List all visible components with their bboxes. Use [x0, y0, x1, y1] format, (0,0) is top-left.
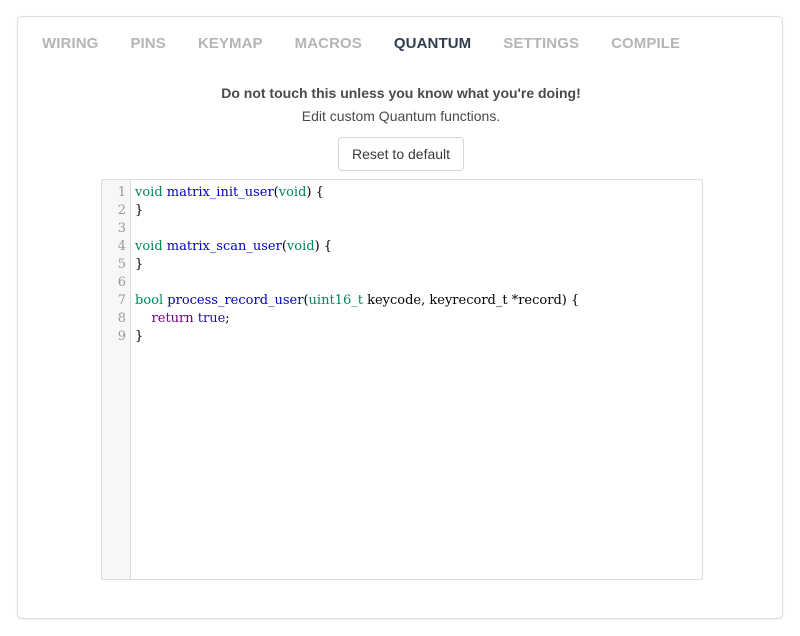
tab-pins[interactable]: PINS — [130, 34, 165, 56]
line-number-gutter: 1 2 3 4 5 6 7 8 9 — [102, 180, 131, 579]
line-number: 8 — [117, 311, 126, 326]
tab-bar: WIRING PINS KEYMAP MACROS QUANTUM SETTIN… — [42, 34, 712, 56]
section-subtitle: Edit custom Quantum functions. — [301, 108, 501, 124]
code-token: } — [135, 329, 144, 344]
line-number: 2 — [117, 203, 126, 218]
line-number: 9 — [117, 329, 126, 344]
code-line[interactable]: } — [135, 328, 143, 346]
code-token: ; — [225, 311, 230, 326]
quantum-panel: WIRING PINS KEYMAP MACROS QUANTUM SETTIN… — [17, 16, 783, 619]
code-token: true — [197, 311, 226, 326]
code-line[interactable]: void matrix_scan_user(void) { — [135, 238, 332, 256]
code-line[interactable]: } — [135, 202, 143, 220]
line-number: 7 — [117, 293, 126, 308]
code-token: uint16_t — [308, 293, 363, 308]
tab-keymap[interactable]: KEYMAP — [198, 34, 263, 56]
code-line[interactable]: void matrix_init_user(void) { — [135, 184, 324, 202]
code-token: process_record_user — [167, 293, 304, 308]
code-editor[interactable]: 1 2 3 4 5 6 7 8 9 void matrix_init_user(void) {}… — [101, 179, 703, 580]
code-line[interactable]: } — [135, 256, 143, 274]
tab-quantum[interactable]: QUANTUM — [394, 34, 471, 56]
line-number: 1 — [117, 185, 126, 200]
code-line[interactable]: return true; — [135, 310, 230, 328]
tab-compile[interactable]: COMPILE — [611, 34, 680, 56]
code-token: void — [135, 239, 163, 254]
code-token: } — [135, 203, 144, 218]
code-token: bool — [135, 293, 164, 308]
code-token: void — [286, 239, 315, 254]
code-token: } — [135, 257, 144, 272]
code-token: matrix_scan_user — [166, 239, 282, 254]
tab-macros[interactable]: MACROS — [295, 34, 362, 56]
code-token: ) { — [314, 239, 333, 254]
code-token: void — [135, 185, 163, 200]
code-token: void — [278, 185, 307, 200]
warning-message: Do not touch this unless you know what y… — [221, 85, 581, 101]
code-token: keycode, keyrecord_t *record) { — [362, 293, 580, 308]
code-token: return — [151, 311, 194, 326]
line-number: 3 — [117, 221, 126, 236]
code-token: ) { — [306, 185, 324, 200]
tab-wiring[interactable]: WIRING — [42, 34, 98, 56]
code-token: matrix_init_user — [166, 185, 274, 200]
line-number: 4 — [117, 239, 126, 254]
line-number: 5 — [117, 257, 126, 272]
line-number: 6 — [117, 275, 126, 290]
code-line[interactable]: bool process_record_user(uint16_t keycod… — [135, 292, 579, 310]
reset-to-default-button[interactable]: Reset to default — [338, 137, 464, 171]
tab-settings[interactable]: SETTINGS — [503, 34, 579, 56]
